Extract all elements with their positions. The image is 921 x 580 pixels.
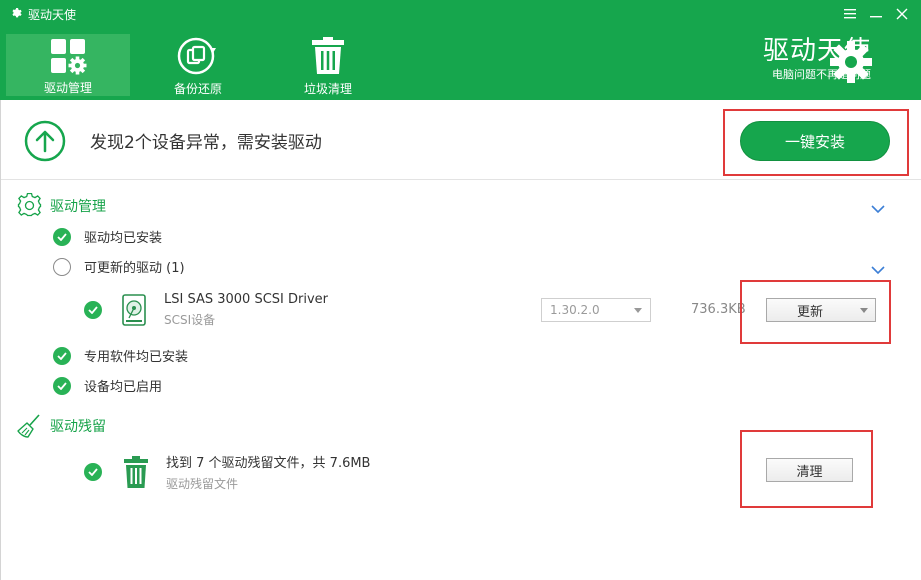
window-left-border (0, 100, 1, 580)
check-icon (53, 376, 71, 395)
driver-section-header: 驱动管理 (17, 193, 106, 218)
driver-list-item: LSI SAS 3000 SCSI Driver SCSI设备 (84, 292, 328, 328)
alert-message: 发现2个设备异常，需安装驱动 (90, 133, 322, 153)
dropdown-arrow-icon (634, 308, 642, 313)
status-row-devices-enabled: 设备均已启用 (53, 376, 162, 395)
gear-outline-icon (17, 193, 42, 218)
menu-icon[interactable] (837, 2, 863, 26)
empty-circle-icon (53, 257, 71, 276)
dropdown-arrow-icon (860, 307, 868, 313)
trash-icon (309, 36, 347, 76)
tab-label: 备份还原 (173, 82, 222, 96)
close-icon[interactable] (889, 2, 915, 26)
clean-button[interactable]: 清理 (766, 458, 853, 482)
chevron-down-icon[interactable] (871, 260, 885, 279)
residue-list-item: 找到 7 个驱动残留文件，共 7.6MB 驱动残留文件 (84, 452, 370, 492)
broom-icon (17, 413, 42, 439)
check-icon (53, 346, 71, 365)
status-row-software-installed: 专用软件均已安装 (53, 346, 188, 365)
backup-restore-icon (176, 36, 220, 76)
check-icon (53, 227, 71, 246)
brand-gear-icon (829, 40, 873, 88)
update-button[interactable]: 更新 (766, 298, 854, 322)
status-row-drivers-installed: 驱动均已安装 (53, 227, 162, 246)
residue-info: 找到 7 个驱动残留文件，共 7.6MB 驱动残留文件 (166, 452, 370, 492)
tab-label: 垃圾清理 (303, 82, 352, 96)
version-select[interactable]: 1.30.2.0 (541, 298, 651, 322)
window-title-text: 驱动天使 (28, 7, 77, 22)
check-icon (84, 463, 102, 481)
alert-bar: 发现2个设备异常，需安装驱动 一键安装 (0, 100, 921, 180)
driver-info: LSI SAS 3000 SCSI Driver SCSI设备 (164, 292, 328, 328)
driver-section-title: 驱动管理 (50, 198, 106, 215)
residue-section-header: 驱动残留 (17, 413, 106, 439)
driver-manage-icon (49, 36, 87, 75)
window-title: 驱动天使 (10, 4, 76, 24)
check-icon (84, 301, 102, 319)
residue-subtitle: 驱动残留文件 (166, 477, 239, 491)
hard-drive-icon (122, 294, 146, 326)
driver-size: 736.3KB (691, 302, 746, 317)
tab-trash-clean[interactable]: 垃圾清理 (266, 34, 390, 96)
status-text: 专用软件均已安装 (84, 350, 189, 365)
status-text: 设备均已启用 (84, 380, 163, 395)
update-options-dropdown[interactable] (853, 298, 876, 322)
tab-backup-restore[interactable]: 备份还原 (136, 34, 260, 96)
status-row-updatable: 可更新的驱动 (1) (53, 257, 185, 276)
up-arrow-circle-icon (24, 120, 66, 166)
residue-summary: 找到 7 个驱动残留文件，共 7.6MB (166, 456, 371, 471)
status-text: 可更新的驱动 (1) (84, 261, 185, 276)
driver-name: LSI SAS 3000 SCSI Driver (164, 292, 328, 307)
one-click-install-button[interactable]: 一键安装 (740, 121, 890, 161)
chevron-down-icon[interactable] (871, 199, 885, 218)
trash-can-icon (122, 455, 150, 489)
gear-icon (10, 7, 22, 22)
app-header: 驱动天使 驱动管理 备份还原 垃圾清理 驱动天使 电脑问题不再是问题 (0, 0, 921, 100)
driver-category: SCSI设备 (164, 313, 216, 327)
window-controls (837, 2, 915, 26)
status-text: 驱动均已安装 (84, 231, 163, 246)
version-value: 1.30.2.0 (550, 303, 600, 317)
tab-label: 驱动管理 (43, 81, 92, 95)
residue-section-title: 驱动残留 (50, 419, 106, 435)
minimize-icon[interactable] (863, 2, 889, 26)
tab-driver-manage[interactable]: 驱动管理 (6, 34, 130, 96)
